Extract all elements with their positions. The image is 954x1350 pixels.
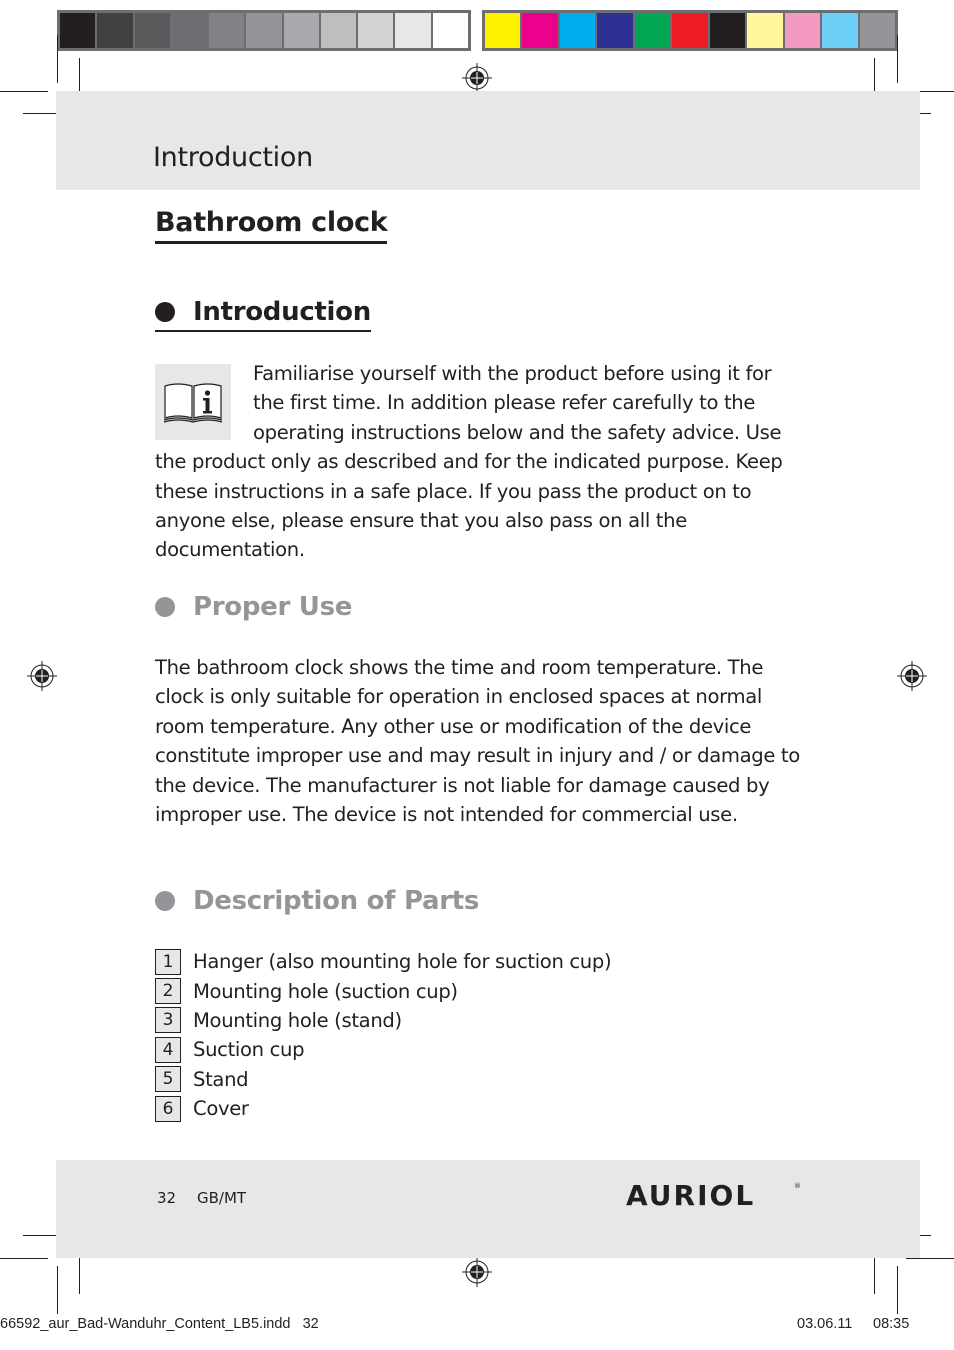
document-title: Bathroom clock bbox=[155, 205, 388, 244]
color-swatch bbox=[171, 13, 208, 48]
crop-mark bbox=[0, 91, 48, 92]
color-swatch bbox=[320, 13, 357, 48]
crop-mark bbox=[0, 1258, 48, 1259]
color-calibration-bar bbox=[482, 10, 898, 51]
registration-mark-icon bbox=[897, 661, 927, 691]
color-swatch bbox=[395, 13, 431, 48]
color-swatch bbox=[60, 13, 96, 48]
color-swatch bbox=[209, 13, 245, 48]
color-swatch bbox=[634, 13, 671, 48]
color-swatch bbox=[859, 13, 895, 48]
part-label: Mounting hole (stand) bbox=[193, 1008, 402, 1032]
bullet-icon bbox=[155, 302, 175, 322]
proper-use-paragraph: The bathroom clock shows the time and ro… bbox=[155, 656, 800, 827]
introduction-text: Familiarise yourself with the product be… bbox=[155, 362, 783, 562]
crop-mark bbox=[906, 1258, 954, 1259]
list-item: 2 Mounting hole (suction cup) bbox=[155, 976, 611, 1005]
color-swatch bbox=[709, 13, 746, 48]
part-label: Hanger (also mounting hole for suction c… bbox=[193, 950, 612, 974]
color-swatch bbox=[134, 13, 170, 48]
bullet-icon bbox=[155, 891, 175, 911]
registration-mark-icon bbox=[462, 63, 492, 93]
section-heading-parts: Description of Parts bbox=[155, 883, 479, 919]
header-band bbox=[56, 91, 920, 190]
slug-time: 08:35 bbox=[873, 1316, 910, 1332]
list-item: 5 Stand bbox=[155, 1065, 611, 1094]
color-swatch bbox=[283, 13, 319, 48]
part-number-badge: 4 bbox=[155, 1036, 181, 1063]
section-title: Description of Parts bbox=[193, 886, 480, 916]
bullet-icon bbox=[155, 597, 175, 617]
part-label: Stand bbox=[193, 1067, 249, 1091]
color-swatch bbox=[432, 13, 468, 48]
color-swatch bbox=[559, 13, 596, 48]
part-number-badge: 6 bbox=[155, 1095, 181, 1122]
crop-mark bbox=[57, 1266, 58, 1314]
list-item: 6 Cover bbox=[155, 1094, 611, 1123]
list-item: 4 Suction cup bbox=[155, 1035, 611, 1064]
section-title: Introduction bbox=[193, 297, 371, 327]
crop-mark bbox=[79, 1252, 80, 1294]
color-swatch bbox=[672, 13, 708, 48]
color-swatch bbox=[522, 13, 558, 48]
list-item: 3 Mounting hole (stand) bbox=[155, 1006, 611, 1035]
registered-mark: ® bbox=[794, 1182, 801, 1190]
slug-date: 03.06.11 bbox=[797, 1316, 853, 1332]
color-swatch bbox=[784, 13, 821, 48]
part-label: Suction cup bbox=[193, 1038, 305, 1062]
section-heading-introduction: Introduction bbox=[155, 294, 371, 332]
part-number-badge: 1 bbox=[155, 948, 181, 975]
color-swatch bbox=[358, 13, 394, 48]
part-label: Cover bbox=[193, 1097, 249, 1121]
page-number: 32 bbox=[157, 1189, 177, 1207]
part-number-badge: 2 bbox=[155, 978, 181, 1005]
introduction-paragraph: Familiarise yourself with the product be… bbox=[155, 359, 803, 565]
section-heading-proper-use: Proper Use bbox=[155, 589, 352, 625]
part-label: Mounting hole (suction cup) bbox=[193, 979, 458, 1003]
parts-list: 1 Hanger (also mounting hole for suction… bbox=[155, 947, 612, 1123]
part-number-badge: 3 bbox=[155, 1007, 181, 1034]
manual-info-icon bbox=[155, 364, 231, 440]
registration-mark-icon bbox=[462, 1257, 492, 1287]
brand-name: AURIOL bbox=[626, 1179, 755, 1212]
color-swatch bbox=[246, 13, 282, 48]
section-title: Proper Use bbox=[193, 592, 353, 622]
part-number-badge: 5 bbox=[155, 1066, 181, 1093]
list-item: 1 Hanger (also mounting hole for suction… bbox=[155, 947, 612, 976]
page-header-title: Introduction bbox=[153, 142, 313, 173]
color-swatch bbox=[485, 13, 521, 48]
color-swatch bbox=[822, 13, 858, 48]
crop-mark bbox=[897, 1266, 898, 1314]
grayscale-calibration-bar bbox=[57, 10, 471, 51]
color-swatch bbox=[97, 13, 133, 48]
registration-mark-icon bbox=[27, 661, 57, 691]
slug-filename: 66592_aur_Bad-Wanduhr_Content_LB5.indd 3… bbox=[0, 1316, 319, 1332]
crop-mark bbox=[874, 1252, 875, 1294]
page-language: GB/MT bbox=[197, 1189, 247, 1207]
color-swatch bbox=[747, 13, 783, 48]
crop-mark bbox=[897, 35, 898, 83]
crop-mark bbox=[57, 35, 58, 83]
color-swatch bbox=[597, 13, 633, 48]
auriol-logo: AURIOL ® bbox=[626, 1179, 801, 1212]
